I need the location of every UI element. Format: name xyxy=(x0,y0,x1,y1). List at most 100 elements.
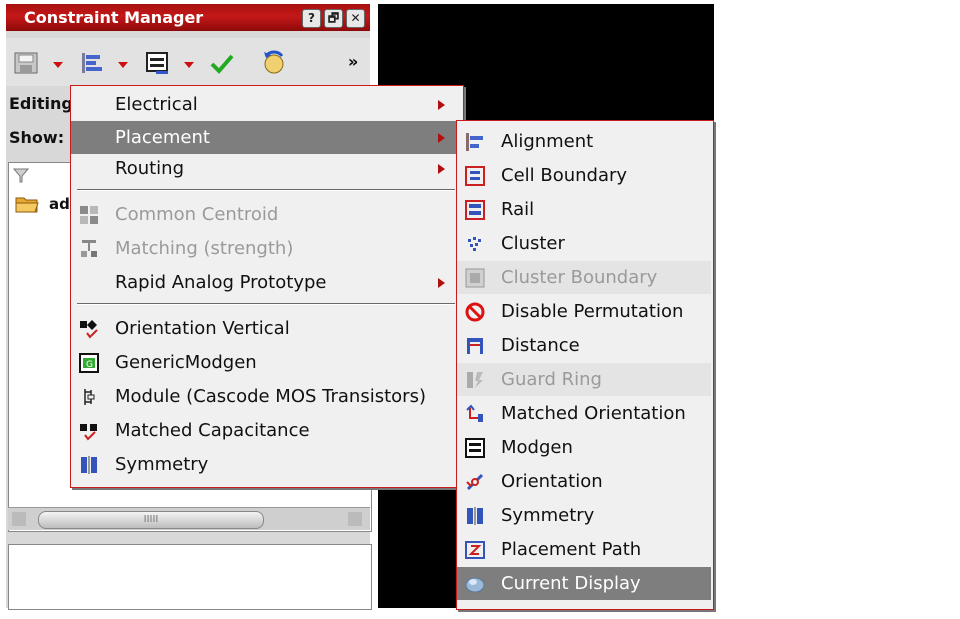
alignment-tool-icon[interactable] xyxy=(80,52,104,74)
submenu-item-guard-ring[interactable]: Guard Ring xyxy=(457,363,711,396)
submenu-item-cluster-boundary[interactable]: Cluster Boundary xyxy=(457,261,711,294)
menu-item-orientation-vertical[interactable]: Orientation Vertical xyxy=(71,312,461,345)
guard-ring-icon xyxy=(467,372,483,388)
cluster-boundary-icon xyxy=(465,268,485,288)
modgen-tool-icon[interactable] xyxy=(146,52,170,74)
menu-item-label: Symmetry xyxy=(115,454,209,475)
show-label: Show: xyxy=(9,128,65,147)
current-display-icon xyxy=(465,577,485,593)
menu-separator xyxy=(77,303,455,305)
submenu-arrow-icon xyxy=(438,133,445,143)
submenu-item-disable-permutation[interactable]: Disable Permutation xyxy=(457,295,711,328)
submenu-item-label: Cell Boundary xyxy=(501,165,628,186)
revert-icon[interactable] xyxy=(260,48,288,76)
filter-icon[interactable] xyxy=(13,167,29,183)
scroll-left-icon[interactable] xyxy=(12,512,26,526)
submenu-item-distance[interactable]: Distance xyxy=(457,329,711,362)
menu-item-label: Module (Cascode MOS Transistors) xyxy=(115,386,426,407)
symmetry-icon xyxy=(467,507,483,525)
submenu-item-orientation[interactable]: Orientation xyxy=(457,465,711,498)
submenu-item-current-display[interactable]: Current Display xyxy=(457,567,711,600)
submenu-item-label: Current Display xyxy=(501,573,641,594)
submenu-item-label: Guard Ring xyxy=(501,369,602,390)
help-button[interactable]: ? xyxy=(302,9,321,28)
menu-item-matched-capacitance[interactable]: Matched Capacitance xyxy=(71,414,461,447)
submenu-item-label: Cluster xyxy=(501,233,565,254)
submenu-item-label: Rail xyxy=(501,199,535,220)
menu-separator xyxy=(77,189,455,191)
submenu-item-label: Distance xyxy=(501,335,580,356)
save-icon[interactable] xyxy=(14,52,38,74)
restore-button[interactable]: 🗗 xyxy=(324,9,343,28)
scroll-thumb[interactable]: IIIII xyxy=(38,511,264,529)
submenu-item-modgen[interactable]: Modgen xyxy=(457,431,711,464)
submenu-item-cell-boundary[interactable]: Cell Boundary xyxy=(457,159,711,192)
matching-icon xyxy=(81,240,97,257)
menu-item-electrical[interactable]: Electrical xyxy=(71,88,461,121)
submenu-item-label: Modgen xyxy=(501,437,573,458)
disable-permutation-icon xyxy=(465,302,485,322)
submenu-item-cluster[interactable]: Cluster xyxy=(457,227,711,260)
distance-icon xyxy=(467,338,483,354)
submenu-item-matched-orientation[interactable]: Matched Orientation xyxy=(457,397,711,430)
submenu-arrow-icon xyxy=(438,100,445,110)
orientation-icon xyxy=(466,473,484,491)
menu-item-symmetry[interactable]: Symmetry xyxy=(71,448,461,481)
save-dropdown-icon[interactable] xyxy=(53,62,63,68)
scroll-right-icon[interactable] xyxy=(348,512,362,526)
menu-item-label: Routing xyxy=(115,158,185,179)
editing-label: Editing xyxy=(9,94,73,113)
window-title: Constraint Manager xyxy=(24,8,204,27)
menu-item-label: Orientation Vertical xyxy=(115,318,290,339)
submenu-item-rail[interactable]: Rail xyxy=(457,193,711,226)
menu-item-label: Matched Capacitance xyxy=(115,420,310,441)
module-icon xyxy=(84,389,95,405)
matched-orientation-icon xyxy=(466,404,483,422)
cluster-icon xyxy=(468,237,481,251)
menu-item-common-centroid[interactable]: Common Centroid xyxy=(71,198,461,231)
horizontal-scrollbar[interactable]: IIIII xyxy=(8,507,370,530)
submenu-item-label: Orientation xyxy=(501,471,603,492)
generic-modgen-icon: G xyxy=(79,353,99,373)
menu-item-label: Placement xyxy=(115,127,210,148)
toolbar: » xyxy=(6,38,370,86)
submenu-item-symmetry[interactable]: Symmetry xyxy=(457,499,711,532)
menu-item-label: GenericModgen xyxy=(115,352,257,373)
menu-item-rapid-analog-prototype[interactable]: Rapid Analog Prototype xyxy=(71,266,461,299)
check-icon[interactable] xyxy=(210,52,234,74)
menu-item-label: Electrical xyxy=(115,94,198,115)
svg-text:G: G xyxy=(86,360,93,370)
details-pane xyxy=(8,544,372,610)
constraint-menu: Electrical Placement Routing Common Cent… xyxy=(70,85,464,488)
cell-boundary-icon xyxy=(465,166,485,186)
submenu-item-placement-path[interactable]: Placement Path xyxy=(457,533,711,566)
submenu-arrow-icon xyxy=(438,278,445,288)
submenu-item-label: Disable Permutation xyxy=(501,301,684,322)
menu-item-label: Common Centroid xyxy=(115,204,279,225)
submenu-item-alignment[interactable]: Alignment xyxy=(457,125,711,158)
matched-capacitance-icon xyxy=(80,424,97,441)
placement-submenu: Alignment Cell Boundary Rail Cluster Clu… xyxy=(456,120,714,610)
menu-item-module[interactable]: Module (Cascode MOS Transistors) xyxy=(71,380,461,413)
submenu-item-label: Cluster Boundary xyxy=(501,267,658,288)
modgen-dropdown-icon[interactable] xyxy=(184,62,194,68)
placement-path-icon xyxy=(465,541,485,559)
rail-icon xyxy=(465,200,485,220)
menu-item-matching[interactable]: Matching (strength) xyxy=(71,232,461,265)
submenu-item-label: Symmetry xyxy=(501,505,595,526)
symmetry-icon xyxy=(81,456,97,474)
alignment-dropdown-icon[interactable] xyxy=(118,62,128,68)
menu-item-label: Rapid Analog Prototype xyxy=(115,272,327,293)
menu-item-placement[interactable]: Placement xyxy=(71,121,461,154)
modgen-icon xyxy=(465,438,485,458)
tree-item-label[interactable]: ad xyxy=(49,195,70,213)
close-button[interactable]: ✕ xyxy=(346,9,365,28)
folder-icon xyxy=(15,197,39,213)
alignment-icon xyxy=(466,133,483,151)
title-bar[interactable]: Constraint Manager ? 🗗 ✕ xyxy=(6,4,370,31)
submenu-item-label: Matched Orientation xyxy=(501,403,686,424)
menu-item-generic-modgen[interactable]: G GenericModgen xyxy=(71,346,461,379)
toolbar-overflow-button[interactable]: » xyxy=(348,52,358,71)
submenu-item-label: Placement Path xyxy=(501,539,642,560)
menu-item-routing[interactable]: Routing xyxy=(71,152,461,185)
